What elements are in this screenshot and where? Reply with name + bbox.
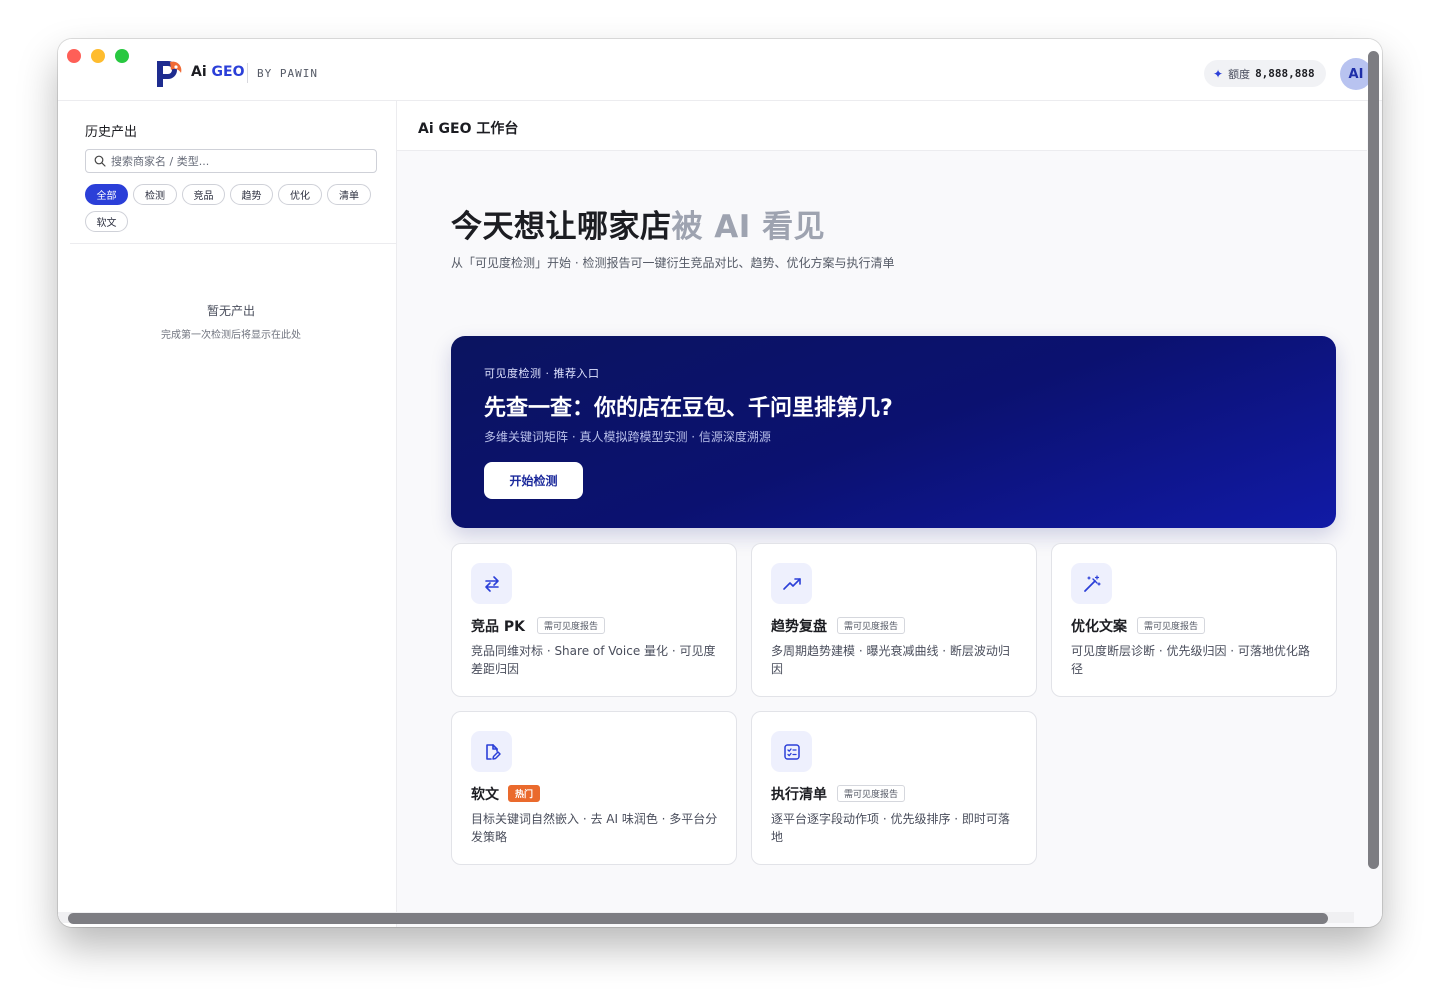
- banner-subtitle: 多维关键词矩阵 · 真人模拟跨模型实测 · 信源深度溯源: [484, 430, 771, 444]
- page-title: Ai GEO 工作台: [418, 121, 519, 137]
- filter-chip-checklist[interactable]: 清单: [327, 184, 371, 205]
- window-close-button[interactable]: [67, 49, 81, 63]
- card-description: 可见度断层诊断 · 优先级归因 · 可落地优化路径: [1071, 644, 1310, 676]
- empty-state-subtitle: 完成第一次检测后将显示在此处: [161, 330, 301, 341]
- history-sidebar: 历史产出 全部 检测 竞品 趋势 优化 清单 软文 暂无产出 完成第一次检测后将…: [58, 101, 397, 927]
- horizontal-scrollbar[interactable]: [68, 913, 1328, 924]
- checklist-icon: [783, 743, 800, 760]
- brand-byline: BY PAWIN: [257, 67, 318, 80]
- card-description: 逐平台逐字段动作项 · 优先级排序 · 即时可落地: [771, 812, 1010, 844]
- brand-logo-icon: [157, 61, 182, 87]
- app-window: Ai GEO BY PAWIN ✦ 额度 8,888,888 AI 历史产出 全…: [58, 39, 1382, 927]
- visibility-check-banner: 可见度检测 · 推荐入口 先查一查：你的店在豆包、千问里排第几? 多维关键词矩阵…: [451, 336, 1336, 528]
- card-description: 竞品同维对标 · Share of Voice 量化 · 可见度差距归因: [471, 644, 716, 676]
- start-detection-button[interactable]: 开始检测: [484, 462, 583, 499]
- filter-chip-trend[interactable]: 趋势: [230, 184, 273, 205]
- main-header: Ai GEO 工作台: [397, 101, 1367, 151]
- filter-chip-all[interactable]: 全部: [85, 184, 128, 205]
- card-icon-wrap: [771, 563, 812, 604]
- quota-value: 8,888,888: [1255, 67, 1315, 80]
- card-icon-wrap: [1071, 563, 1112, 604]
- empty-state-title: 暂无产出: [206, 304, 255, 318]
- banner-tag: 可见度检测 · 推荐入口: [484, 367, 600, 380]
- quota-label: 额度: [1228, 67, 1251, 81]
- sidebar-title: 历史产出: [85, 125, 138, 140]
- banner-title: 先查一查：你的店在豆包、千问里排第几?: [484, 396, 893, 421]
- card-title: 软文: [471, 787, 499, 803]
- filter-chip-article[interactable]: 软文: [85, 211, 128, 232]
- magic-wand-icon: [1083, 574, 1101, 592]
- card-title: 优化文案: [1071, 619, 1127, 635]
- card-icon-wrap: [771, 731, 812, 772]
- search-box[interactable]: [85, 149, 377, 173]
- quota-badge[interactable]: ✦ 额度 8,888,888: [1204, 60, 1326, 87]
- main-content: Ai GEO 工作台 今天想让哪家店被 AI 看见 从「可见度检测」开始 · 检…: [397, 101, 1382, 927]
- card-icon-wrap: [471, 563, 512, 604]
- brand-divider: [247, 63, 248, 83]
- filter-chip-competitor[interactable]: 竞品: [182, 184, 225, 205]
- feature-card-checklist[interactable]: 执行清单 需可见度报告 逐平台逐字段动作项 · 优先级排序 · 即时可落地: [751, 711, 1037, 865]
- brand-name: Ai GEO: [191, 64, 245, 80]
- trend-up-icon: [782, 577, 801, 590]
- feature-card-article[interactable]: 软文 热门 目标关键词自然嵌入 · 去 AI 味润色 · 多平台分发策略: [451, 711, 737, 865]
- feature-card-trend-review[interactable]: 趋势复盘 需可见度报告 多周期趋势建模 · 曝光衰减曲线 · 断层波动归因: [751, 543, 1037, 697]
- card-icon-wrap: [471, 731, 512, 772]
- card-title: 趋势复盘: [771, 619, 827, 635]
- card-description: 目标关键词自然嵌入 · 去 AI 味润色 · 多平台分发策略: [471, 812, 718, 844]
- title-bar: Ai GEO BY PAWIN ✦ 额度 8,888,888 AI: [58, 39, 1382, 101]
- hero-subtitle: 从「可见度检测」开始 · 检测报告可一键衍生竞品对比、趋势、优化方案与执行清单: [451, 256, 895, 270]
- sidebar-divider: [70, 243, 396, 244]
- edit-document-icon: [485, 743, 501, 760]
- filter-chip-optimize[interactable]: 优化: [278, 184, 322, 205]
- card-badge: 需可见度报告: [1137, 617, 1206, 634]
- search-icon: [94, 155, 106, 167]
- card-title: 执行清单: [771, 787, 827, 803]
- window-zoom-button[interactable]: [115, 49, 129, 63]
- feature-card-competitor-pk[interactable]: 竞品 PK 需可见度报告 竞品同维对标 · Share of Voice 量化 …: [451, 543, 737, 697]
- search-input[interactable]: [111, 154, 361, 168]
- hero-title: 今天想让哪家店被 AI 看见: [451, 209, 826, 245]
- swap-arrows-icon: [484, 575, 499, 592]
- vertical-scrollbar[interactable]: [1368, 51, 1379, 869]
- card-description: 多周期趋势建模 · 曝光衰减曲线 · 断层波动归因: [771, 644, 1010, 676]
- card-badge: 需可见度报告: [537, 617, 606, 634]
- filter-chip-detect[interactable]: 检测: [133, 184, 177, 205]
- card-badge: 需可见度报告: [837, 617, 906, 634]
- window-minimize-button[interactable]: [91, 49, 105, 63]
- sparkle-icon: ✦: [1213, 66, 1224, 81]
- hot-badge: 热门: [508, 785, 541, 802]
- card-badge: 需可见度报告: [837, 785, 906, 802]
- feature-card-optimize-copy[interactable]: 优化文案 需可见度报告 可见度断层诊断 · 优先级归因 · 可落地优化路径: [1051, 543, 1337, 697]
- card-title: 竞品 PK: [471, 619, 525, 635]
